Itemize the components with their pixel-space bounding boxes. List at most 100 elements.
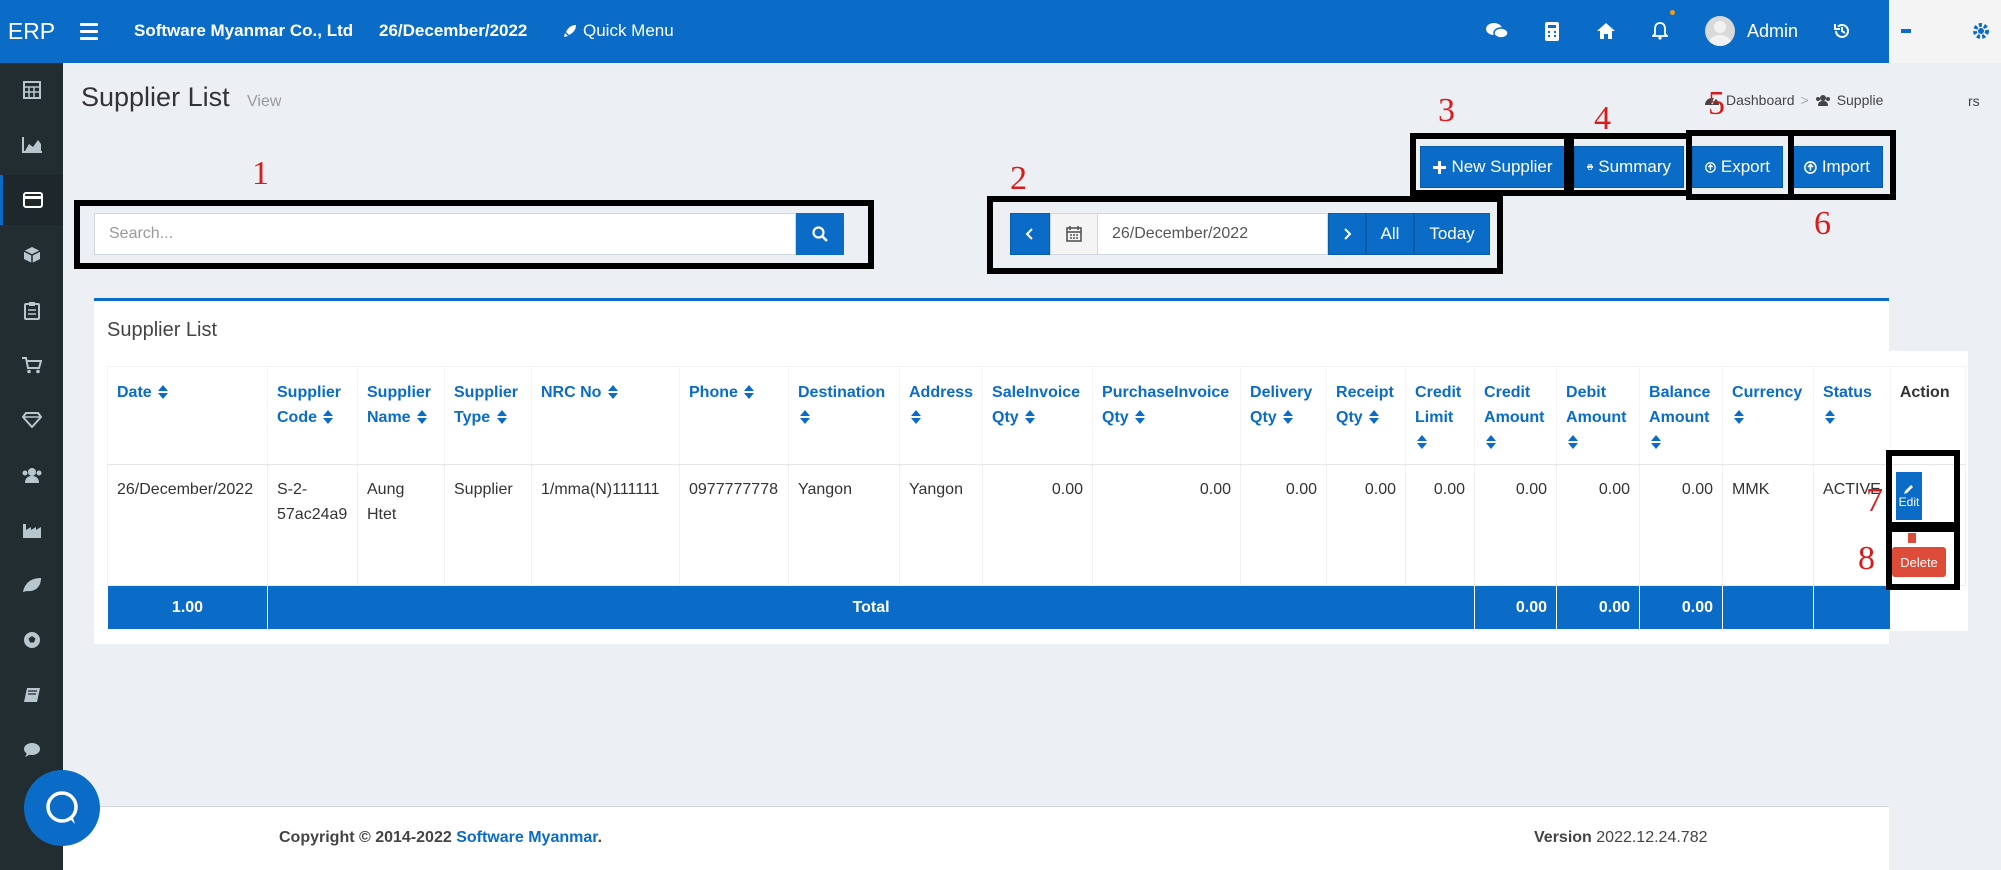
header-date[interactable]: Date (107, 366, 268, 465)
footer-company-link[interactable]: Software Myanmar (456, 829, 597, 846)
header-supplier-code[interactable]: Supplier Code (267, 366, 358, 465)
sidebar-item-messages[interactable] (0, 725, 63, 775)
calculator-grid-icon (22, 81, 41, 99)
credit-card-icon (23, 192, 43, 208)
annotation-number-5: 5 (1708, 85, 1725, 122)
header-currency[interactable]: Currency (1722, 366, 1815, 465)
annotation-box-import (1788, 130, 1896, 200)
cell-date: 26/December/2022 (107, 464, 268, 586)
header-destination[interactable]: Destination (788, 366, 900, 465)
history-icon[interactable] (1830, 19, 1854, 43)
chat-icon[interactable] (1485, 19, 1509, 43)
sort-icon (607, 385, 618, 399)
gear-icon[interactable] (1969, 19, 1993, 43)
header-phone[interactable]: Phone (679, 366, 789, 465)
total-label: Total (266, 585, 1476, 630)
sort-icon (1283, 410, 1294, 424)
total-balance-amount: 0.00 (1639, 585, 1724, 630)
cell-sale-invoice-qty: 0.00 (982, 464, 1094, 586)
sidebar-item-industry[interactable] (0, 505, 63, 555)
sort-icon (800, 410, 810, 424)
total-credit-amount: 0.00 (1474, 585, 1558, 630)
annotation-number-1: 1 (252, 155, 269, 192)
sort-icon (1135, 410, 1146, 424)
home-icon[interactable] (1594, 19, 1618, 43)
sidebar-item-suppliers[interactable] (0, 175, 63, 225)
header-receipt-qty[interactable]: Receipt Qty (1326, 366, 1407, 465)
sort-icon (1651, 435, 1662, 449)
users-small-icon (1815, 95, 1830, 106)
soccer-ball-icon (23, 632, 40, 648)
header-address[interactable]: Address (898, 366, 984, 465)
annotation-number-7: 7 (1866, 482, 1883, 519)
cell-debit-amount[interactable]: 0.00 (1556, 464, 1641, 586)
bell-icon[interactable] (1648, 19, 1672, 43)
version-label: Version (1534, 829, 1592, 846)
avatar[interactable] (1705, 16, 1735, 46)
area-chart-icon (21, 137, 42, 153)
live-chat-button[interactable] (24, 770, 100, 846)
sidebar-item-reports[interactable] (0, 120, 63, 170)
footer-copyright: Copyright © 2014-2022 Software Myanmar. (279, 829, 602, 847)
sort-icon (1734, 410, 1745, 424)
footer-dot: . (597, 829, 603, 846)
breadcrumb-separator: > (1800, 92, 1809, 108)
header-delivery-qty[interactable]: Delivery Qty (1240, 366, 1328, 465)
cell-phone: 0977777778 (679, 464, 789, 586)
total-debit-amount: 0.00 (1556, 585, 1641, 630)
cart-icon (21, 357, 42, 374)
sort-icon (1486, 435, 1497, 449)
factory-icon (22, 524, 41, 538)
cell-credit-amount[interactable]: 0.00 (1474, 464, 1558, 586)
quick-menu-link[interactable]: Quick Menu (562, 21, 674, 41)
settings-partial-icon[interactable] (1894, 19, 1918, 43)
menu-toggle-icon[interactable] (80, 20, 98, 42)
header-nrc-no[interactable]: NRC No (531, 366, 680, 465)
calculator-icon[interactable] (1540, 19, 1564, 43)
header-status[interactable]: Status (1813, 366, 1891, 465)
annotation-number-3: 3 (1438, 92, 1455, 129)
sort-icon (1417, 435, 1428, 449)
sidebar-item-book[interactable] (0, 670, 63, 720)
header-debit-amount[interactable]: Debit Amount (1556, 366, 1641, 465)
right-clipped-area (1889, 63, 2001, 353)
box-title: Supplier List (107, 319, 218, 341)
top-navbar: ERP Software Myanmar Co., Ltd 26/Decembe… (0, 0, 1889, 63)
sort-icon (158, 385, 169, 399)
header-sale-invoice-qty[interactable]: SaleInvoice Qty (982, 366, 1094, 465)
sidebar-item-products[interactable] (0, 230, 63, 280)
sort-icon (1568, 435, 1579, 449)
sidebar-item-diamond[interactable] (0, 395, 63, 445)
total-count: 1.00 (107, 585, 268, 630)
annotation-box-new-supplier (1410, 133, 1574, 196)
cell-address: Yangon (898, 464, 984, 586)
table-header-row: Date Supplier Code Supplier Name Supplie… (107, 366, 1966, 465)
cell-balance-amount[interactable]: 0.00 (1639, 464, 1724, 586)
table-row: 26/December/2022 S-2-57ac24a9 Aung Htet … (107, 464, 1966, 586)
page-title: Supplier List (81, 82, 230, 112)
header-credit-amount[interactable]: Credit Amount (1474, 366, 1558, 465)
cell-supplier-name: Aung Htet (357, 464, 445, 586)
annotation-box-edit (1886, 450, 1960, 532)
header-credit-limit[interactable]: Credit Limit (1405, 366, 1476, 465)
sidebar-item-purchase[interactable] (0, 340, 63, 390)
leaf-icon (22, 578, 41, 592)
page-subtitle: View (247, 93, 282, 110)
user-name[interactable]: Admin (1747, 21, 1798, 42)
header-supplier-type[interactable]: Supplier Type (444, 366, 532, 465)
sidebar-item-calculator[interactable] (0, 65, 63, 115)
breadcrumb: Dashboard > Supplie (1704, 92, 1883, 108)
sidebar-item-leaf[interactable] (0, 560, 63, 610)
breadcrumb-dashboard[interactable]: Dashboard (1726, 92, 1795, 108)
cell-delivery-qty: 0.00 (1240, 464, 1328, 586)
header-supplier-name[interactable]: Supplier Name (357, 366, 445, 465)
annotation-number-2: 2 (1010, 160, 1027, 197)
sidebar-item-clipboard[interactable] (0, 285, 63, 335)
sidebar-item-users[interactable] (0, 450, 63, 500)
breadcrumb-clipped-tail: rs (1968, 93, 1980, 109)
cell-currency: MMK (1722, 464, 1815, 586)
brand-logo[interactable]: ERP (0, 0, 63, 63)
header-balance-amount[interactable]: Balance Amount (1639, 366, 1724, 465)
sidebar-item-sports[interactable] (0, 615, 63, 665)
header-purchase-invoice-qty[interactable]: PurchaseInvoice Qty (1092, 366, 1242, 465)
